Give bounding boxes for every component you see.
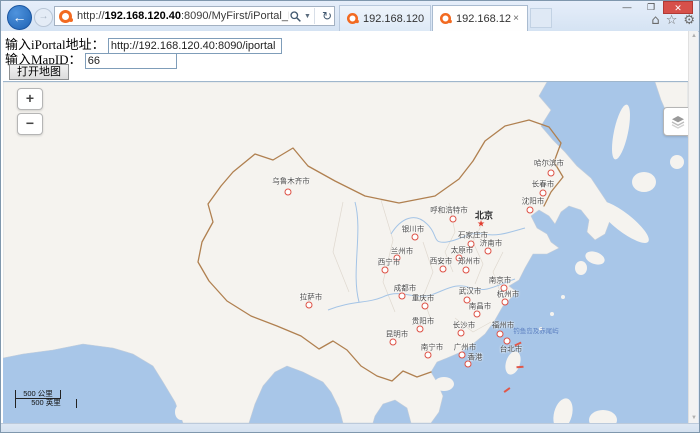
boundary-dash	[516, 366, 523, 369]
city-marker	[422, 303, 429, 310]
city-marker	[399, 293, 406, 300]
city-label: 长春市	[532, 179, 555, 190]
minimize-button[interactable]: —	[615, 1, 639, 14]
home-icon[interactable]: ⌂	[651, 13, 659, 28]
new-tab-button[interactable]	[530, 8, 552, 28]
city-label: 台北市	[500, 344, 523, 355]
city-marker	[527, 207, 534, 214]
city-marker	[440, 266, 447, 273]
city-marker	[504, 338, 511, 345]
city-marker	[502, 299, 509, 306]
city-label: 呼和浩特市	[430, 205, 468, 216]
favorites-icon[interactable]: ☆	[666, 13, 678, 28]
layers-button[interactable]	[663, 107, 688, 136]
city-marker	[412, 234, 419, 241]
city-label: 南宁市	[421, 342, 444, 353]
city-label: 杭州市	[497, 289, 520, 300]
scroll-down-icon[interactable]: ▼	[689, 415, 699, 421]
map-viewport[interactable]: 乌鲁木齐市哈尔滨市长春市沈阳市呼和浩特市银川市石家庄市济南市太原市兰州市西宁市西…	[3, 81, 688, 423]
city-marker	[285, 189, 292, 196]
tab-close-icon[interactable]: ×	[511, 13, 521, 24]
url-prefix: http://	[77, 10, 105, 22]
disputed-islands-label: 钓鱼岛及赤尾屿	[513, 325, 559, 335]
address-url[interactable]: http://192.168.120.40:8090/MyFirst/iPort…	[77, 10, 289, 22]
city-marker	[497, 331, 504, 338]
zoom-out-button[interactable]: −	[17, 113, 43, 135]
city-marker	[306, 302, 313, 309]
zoom-control: + −	[17, 88, 43, 138]
city-label: 福州市	[492, 320, 515, 331]
browser-window: ← → http://192.168.120.40:8090/MyFirst/i…	[0, 0, 700, 433]
tab-1[interactable]: 192.168.120.40	[339, 5, 431, 31]
city-marker	[465, 361, 472, 368]
city-label: 南京市	[489, 275, 512, 286]
city-marker	[459, 352, 466, 359]
city-label: 太原市	[451, 245, 474, 256]
city-marker	[458, 330, 465, 337]
browser-chrome: ← → http://192.168.120.40:8090/MyFirst/i…	[1, 1, 700, 32]
city-label: 长沙市	[453, 320, 476, 331]
city-marker	[382, 267, 389, 274]
address-bar[interactable]: http://192.168.120.40:8090/MyFirst/iPort…	[54, 6, 335, 26]
layers-icon	[670, 114, 686, 130]
forward-button[interactable]: →	[34, 8, 53, 27]
tab-2-active[interactable]: 192.168.120.40 ×	[432, 5, 528, 31]
settings-icon[interactable]: ⚙	[683, 13, 695, 28]
city-label: 拉萨市	[300, 292, 323, 303]
city-marker	[485, 248, 492, 255]
zoom-in-button[interactable]: +	[17, 88, 43, 110]
capital-star-icon: ★	[477, 220, 485, 229]
site-favicon-icon	[59, 10, 72, 23]
tab-label: 192.168.120.40	[363, 13, 424, 25]
scroll-up-icon[interactable]: ▲	[689, 33, 699, 39]
url-path: :8090/MyFirst/iPortal_MapViewer.html	[181, 10, 289, 22]
city-label: 贵阳市	[412, 316, 435, 327]
back-button[interactable]: ←	[7, 5, 32, 30]
city-marker	[417, 326, 424, 333]
page-content: 输入iPortal地址： 输入MapID： 打开地图	[1, 31, 688, 423]
refresh-icon[interactable]: ↻	[322, 9, 332, 23]
city-label: 昆明市	[386, 329, 409, 340]
mapid-input[interactable]	[85, 53, 177, 69]
divider	[314, 8, 315, 24]
city-marker	[463, 267, 470, 274]
address-bar-controls: ▼ ↻	[289, 8, 332, 24]
city-label: 沈阳市	[522, 196, 545, 207]
scale-miles: 500 英里	[15, 399, 77, 408]
search-icon[interactable]	[289, 10, 302, 23]
city-marker	[474, 311, 481, 318]
vertical-scrollbar[interactable]: ▲ ▼	[688, 31, 698, 423]
tab-favicon-icon	[440, 13, 451, 24]
city-label: 乌鲁木齐市	[272, 176, 310, 187]
city-marker	[390, 339, 397, 346]
city-label: 哈尔滨市	[534, 158, 564, 169]
window-bottom-frame	[1, 423, 700, 433]
tab-label: 192.168.120.40	[456, 13, 511, 25]
scale-bar: 500 公里 500 英里	[15, 390, 77, 408]
city-label: 济南市	[480, 238, 503, 249]
browser-toolbar-icons: ⌂ ☆ ⚙	[651, 13, 695, 28]
boundary-dash	[504, 387, 511, 393]
search-dropdown-icon[interactable]: ▼	[304, 13, 311, 20]
url-host: 192.168.120.40	[105, 10, 181, 22]
city-label: 西宁市	[378, 257, 401, 268]
city-layer: 乌鲁木齐市哈尔滨市长春市沈阳市呼和浩特市银川市石家庄市济南市太原市兰州市西宁市西…	[3, 82, 688, 423]
city-marker	[425, 352, 432, 359]
open-map-button[interactable]: 打开地图	[9, 64, 69, 80]
tab-favicon-icon	[347, 13, 358, 24]
city-label: 南昌市	[469, 301, 492, 312]
city-label: 郑州市	[458, 256, 481, 267]
city-marker	[450, 216, 457, 223]
city-marker	[548, 170, 555, 177]
city-label: 武汉市	[459, 286, 482, 297]
